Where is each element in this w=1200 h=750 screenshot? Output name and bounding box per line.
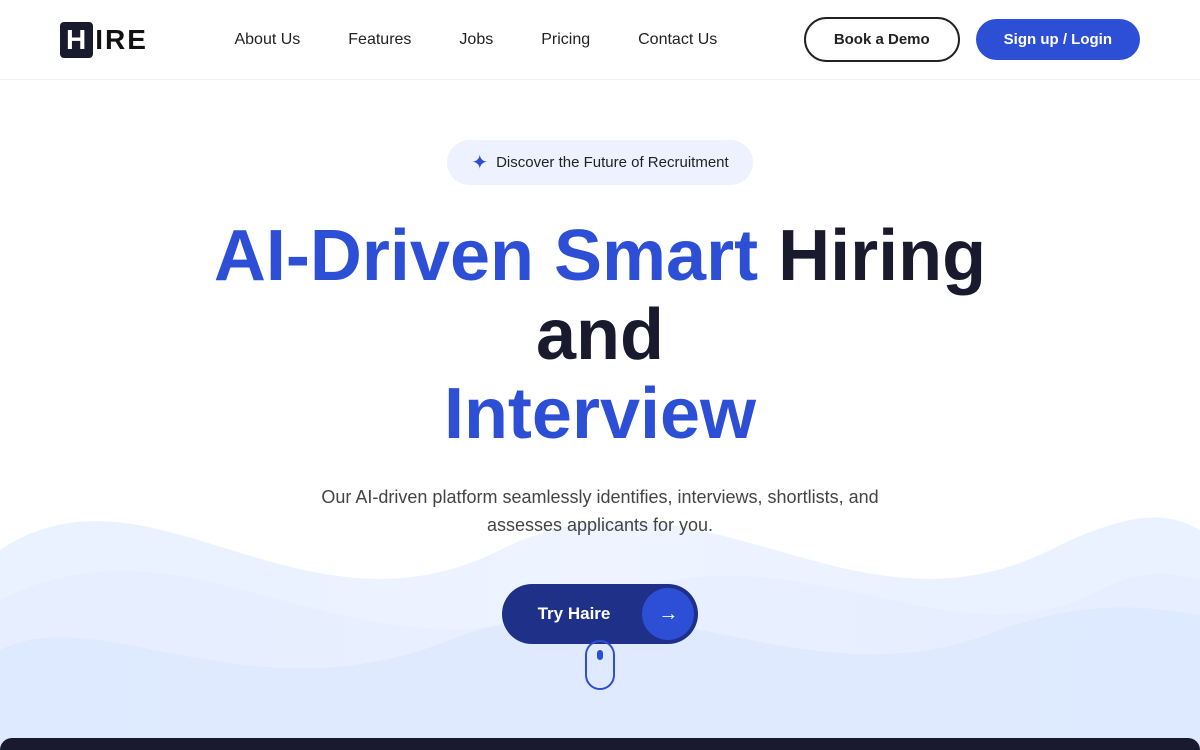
nav-contact[interactable]: Contact Us (638, 31, 717, 48)
nav-links: About Us Features Jobs Pricing Contact U… (234, 31, 717, 49)
scroll-mouse-icon (585, 640, 615, 690)
hero-title-part1: AI-Driven Smart (214, 216, 778, 296)
arrow-right-icon: → (642, 588, 694, 640)
hero-subtitle: Our AI-driven platform seamlessly identi… (300, 483, 900, 541)
navbar: HIRE About Us Features Jobs Pricing Cont… (0, 0, 1200, 80)
nav-pricing[interactable]: Pricing (541, 31, 590, 48)
signup-button[interactable]: Sign up / Login (976, 19, 1140, 60)
logo-text: IRE (95, 24, 148, 56)
logo[interactable]: HIRE (60, 22, 148, 58)
try-haire-label: Try Haire (502, 588, 639, 640)
badge-text: Discover the Future of Recruitment (496, 154, 729, 171)
dark-bottom-bar (0, 738, 1200, 750)
scroll-dot (597, 650, 603, 660)
hero-title-part3: Interview (444, 374, 756, 454)
hero-title: AI-Driven Smart Hiring and Interview (190, 217, 1010, 455)
hero-section: ✦ Discover the Future of Recruitment AI-… (0, 80, 1200, 750)
hero-badge: ✦ Discover the Future of Recruitment (447, 140, 752, 185)
book-demo-button[interactable]: Book a Demo (804, 17, 960, 62)
scroll-indicator (585, 640, 615, 690)
try-haire-button[interactable]: Try Haire → (502, 584, 699, 644)
logo-box: H (60, 22, 93, 58)
nav-features[interactable]: Features (348, 31, 411, 48)
nav-actions: Book a Demo Sign up / Login (804, 17, 1140, 62)
nav-jobs[interactable]: Jobs (459, 31, 493, 48)
nav-about[interactable]: About Us (234, 31, 300, 48)
sparkle-icon: ✦ (471, 150, 488, 175)
